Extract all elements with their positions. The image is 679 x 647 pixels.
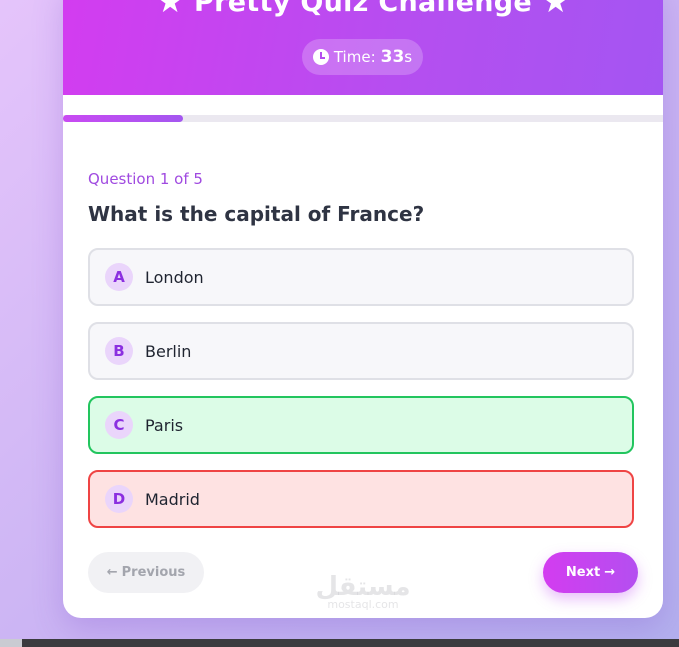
arrow-right-icon: → bbox=[604, 565, 616, 580]
previous-label: Previous bbox=[121, 565, 186, 580]
next-button[interactable]: Next → bbox=[543, 552, 638, 593]
star-icon: ★ bbox=[156, 0, 185, 20]
timer-badge: Time: 33s bbox=[302, 39, 423, 75]
quiz-title: ★ Pretty Quiz Challenge ★ bbox=[63, 0, 663, 20]
option-label: Madrid bbox=[145, 489, 200, 509]
progress-bar bbox=[63, 115, 663, 122]
question-text: What is the capital of France? bbox=[88, 202, 425, 226]
progress-fill bbox=[63, 115, 183, 122]
clock-icon bbox=[312, 49, 329, 65]
watermark-main: مستقل bbox=[315, 572, 411, 602]
watermark-sub: mostaql.com bbox=[327, 598, 399, 611]
option-letter: C bbox=[105, 411, 133, 439]
quiz-card: ★ Pretty Quiz Challenge ★ Time: 33s Ques… bbox=[63, 0, 663, 618]
option-letter: D bbox=[105, 485, 133, 513]
taskbar-segment bbox=[0, 639, 22, 647]
quiz-header: ★ Pretty Quiz Challenge ★ Time: 33s bbox=[63, 0, 663, 95]
timer-label: Time: bbox=[333, 48, 376, 66]
question-counter: Question 1 of 5 bbox=[88, 170, 203, 188]
option-label: Paris bbox=[145, 415, 184, 435]
timer-unit: s bbox=[404, 48, 413, 66]
option-letter: B bbox=[105, 337, 133, 365]
star-icon: ★ bbox=[541, 0, 570, 20]
option-letter: A bbox=[105, 263, 133, 291]
next-label: Next bbox=[565, 565, 601, 580]
option-d[interactable]: D Madrid bbox=[88, 470, 634, 528]
quiz-title-text: Pretty Quiz Challenge bbox=[193, 0, 532, 18]
option-label: London bbox=[145, 267, 204, 287]
option-a[interactable]: A London bbox=[88, 248, 634, 306]
option-c[interactable]: C Paris bbox=[88, 396, 634, 454]
timer-value: 33 bbox=[380, 47, 405, 67]
arrow-left-icon: ← bbox=[106, 565, 118, 580]
taskbar bbox=[0, 639, 679, 647]
previous-button[interactable]: ← Previous bbox=[88, 552, 204, 593]
option-label: Berlin bbox=[145, 341, 192, 361]
option-b[interactable]: B Berlin bbox=[88, 322, 634, 380]
